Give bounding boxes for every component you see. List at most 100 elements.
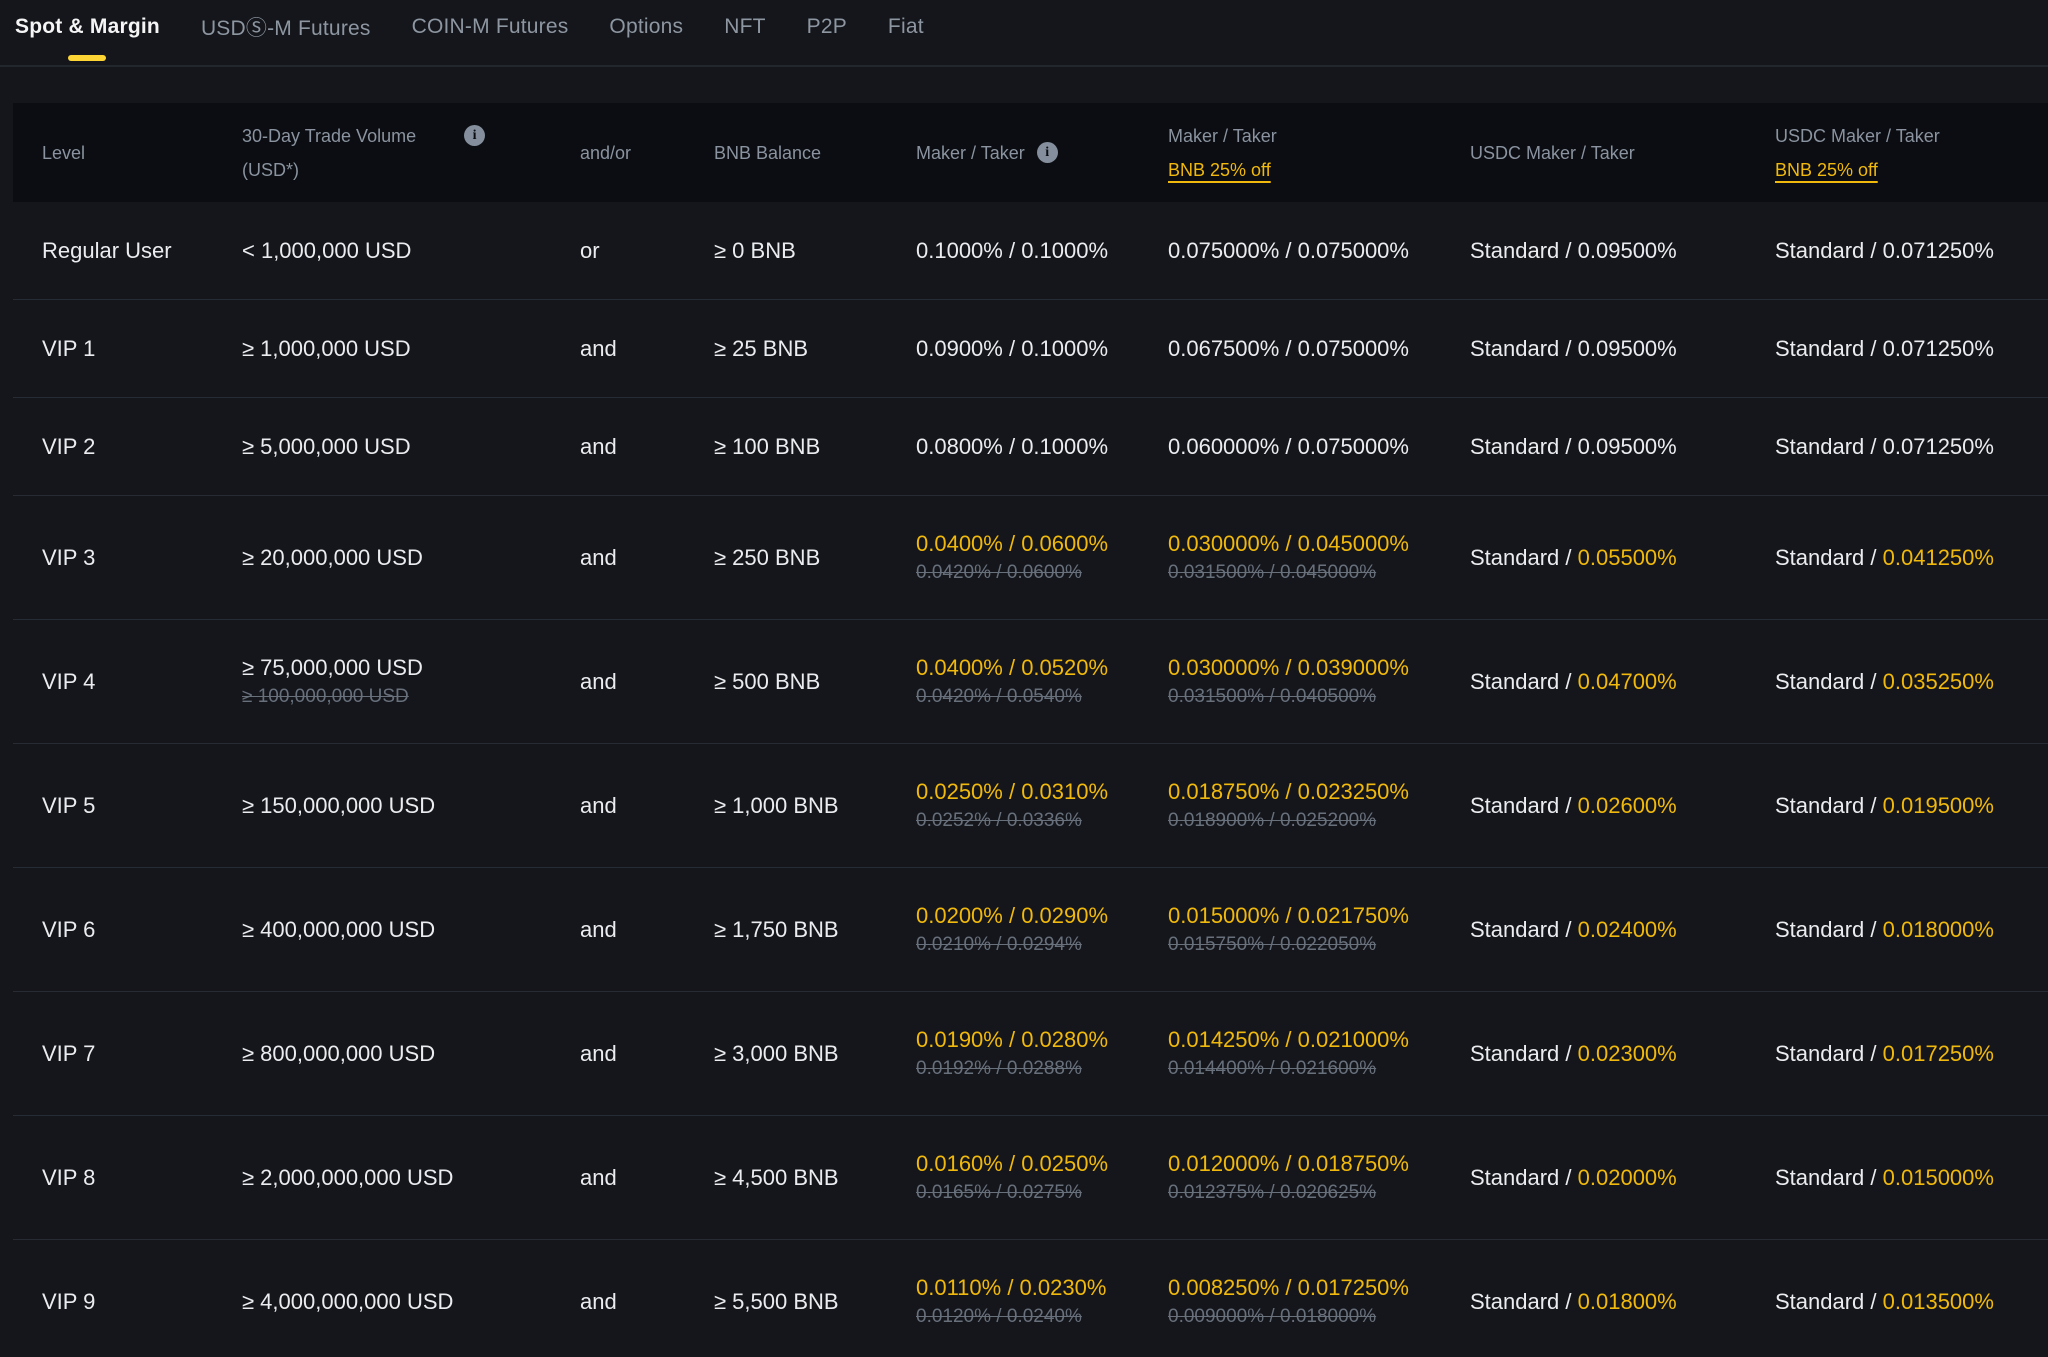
andor-cell: and [580,917,714,943]
maker-taker-bnb-cell: 0.018750% / 0.023250% 0.018900% / 0.0252… [1168,777,1470,834]
usdc-maker-taker-cell: Standard / 0.04700% [1470,669,1775,695]
andor-cell: and [580,1289,714,1315]
trade-volume-cell: ≥ 5,000,000 USD [242,432,580,462]
bnb-balance-cell: ≥ 500 BNB [714,669,916,695]
andor-cell: and [580,434,714,460]
bnb-balance-cell: ≥ 250 BNB [714,545,916,571]
header-usdc-maker-taker-bnb: USDC Maker / Taker BNB 25% off [1775,119,2048,187]
maker-taker-bnb-cell: 0.030000% / 0.039000% 0.031500% / 0.0405… [1168,653,1470,710]
bnb-balance-cell: ≥ 25 BNB [714,336,916,362]
tab-fiat[interactable]: Fiat [886,0,926,65]
usdc-maker-taker-cell: Standard / 0.02400% [1470,917,1775,943]
header-usdc-maker-taker: USDC Maker / Taker [1470,136,1775,170]
maker-taker-bnb-cell: 0.008250% / 0.017250% 0.009000% / 0.0180… [1168,1273,1470,1330]
level-cell: Regular User [13,238,242,264]
table-row: Regular User < 1,000,000 USD or ≥ 0 BNB … [13,202,2048,300]
maker-taker-cell: 0.0160% / 0.0250% 0.0165% / 0.0275% [916,1149,1168,1206]
trade-volume-cell: ≥ 4,000,000,000 USD [242,1287,580,1317]
header-maker-taker-label: Maker / Taker [916,136,1025,170]
usdc-maker-taker-bnb-cell: Standard / 0.019500% [1775,793,2048,819]
maker-taker-bnb-cell: 0.012000% / 0.018750% 0.012375% / 0.0206… [1168,1149,1470,1206]
andor-cell: and [580,336,714,362]
info-icon[interactable]: i [464,125,485,146]
header-trade-volume-label: 30-Day Trade Volume [242,119,416,153]
maker-taker-cell: 0.0200% / 0.0290% 0.0210% / 0.0294% [916,901,1168,958]
bnb-balance-cell: ≥ 5,500 BNB [714,1289,916,1315]
trade-volume-cell: ≥ 400,000,000 USD [242,915,580,945]
usdc-maker-taker-bnb-cell: Standard / 0.071250% [1775,434,2048,460]
bnb-discount-link[interactable]: BNB 25% off [1775,153,1878,187]
usdc-maker-taker-cell: Standard / 0.09500% [1470,238,1775,264]
trade-volume-cell: ≥ 75,000,000 USD ≥ 100,000,000 USD [242,653,580,710]
level-cell: VIP 6 [13,917,242,943]
header-maker-taker: Maker / Taker i [916,136,1168,170]
andor-cell: and [580,793,714,819]
andor-cell: or [580,238,714,264]
table-row: VIP 7 ≥ 800,000,000 USD and ≥ 3,000 BNB … [13,992,2048,1116]
level-cell: VIP 3 [13,545,242,571]
table-row: VIP 8 ≥ 2,000,000,000 USD and ≥ 4,500 BN… [13,1116,2048,1240]
header-maker-taker-bnb: Maker / Taker BNB 25% off [1168,119,1470,187]
bnb-balance-cell: ≥ 3,000 BNB [714,1041,916,1067]
level-cell: VIP 9 [13,1289,242,1315]
tab-coin-m-futures[interactable]: COIN-M Futures [410,0,571,65]
usdc-maker-taker-cell: Standard / 0.02000% [1470,1165,1775,1191]
maker-taker-cell: 0.0250% / 0.0310% 0.0252% / 0.0336% [916,777,1168,834]
table-row: VIP 4 ≥ 75,000,000 USD ≥ 100,000,000 USD… [13,620,2048,744]
header-trade-volume-unit: (USD*) [242,153,580,187]
fee-table: Level 30-Day Trade Volume i (USD*) and/o… [13,103,2048,1357]
table-row: VIP 6 ≥ 400,000,000 USD and ≥ 1,750 BNB … [13,868,2048,992]
maker-taker-bnb-cell: 0.014250% / 0.021000% 0.014400% / 0.0216… [1168,1025,1470,1082]
level-cell: VIP 8 [13,1165,242,1191]
usdc-maker-taker-cell: Standard / 0.09500% [1470,336,1775,362]
usdc-maker-taker-bnb-cell: Standard / 0.013500% [1775,1289,2048,1315]
maker-taker-bnb-cell: 0.067500% / 0.075000% [1168,334,1470,364]
maker-taker-cell: 0.0190% / 0.0280% 0.0192% / 0.0288% [916,1025,1168,1082]
andor-cell: and [580,669,714,695]
tab-p2p[interactable]: P2P [805,0,849,65]
trade-volume-cell: < 1,000,000 USD [242,236,580,266]
tab-spot-margin[interactable]: Spot & Margin [13,0,162,65]
usdc-maker-taker-bnb-cell: Standard / 0.018000% [1775,917,2048,943]
usdc-maker-taker-bnb-cell: Standard / 0.017250% [1775,1041,2048,1067]
header-trade-volume: 30-Day Trade Volume i (USD*) [242,119,580,187]
level-cell: VIP 7 [13,1041,242,1067]
maker-taker-cell: 0.1000% / 0.1000% [916,236,1168,266]
bnb-balance-cell: ≥ 1,000 BNB [714,793,916,819]
level-cell: VIP 4 [13,669,242,695]
andor-cell: and [580,1041,714,1067]
info-icon[interactable]: i [1037,142,1058,163]
bnb-balance-cell: ≥ 4,500 BNB [714,1165,916,1191]
table-row: VIP 2 ≥ 5,000,000 USD and ≥ 100 BNB 0.08… [13,398,2048,496]
tab-options[interactable]: Options [607,0,685,65]
level-cell: VIP 2 [13,434,242,460]
tab-nft[interactable]: NFT [722,0,767,65]
usdc-maker-taker-bnb-cell: Standard / 0.035250% [1775,669,2048,695]
maker-taker-cell: 0.0400% / 0.0520% 0.0420% / 0.0540% [916,653,1168,710]
maker-taker-cell: 0.0110% / 0.0230% 0.0120% / 0.0240% [916,1273,1168,1330]
usdc-maker-taker-cell: Standard / 0.05500% [1470,545,1775,571]
table-row: VIP 1 ≥ 1,000,000 USD and ≥ 25 BNB 0.090… [13,300,2048,398]
fee-table-body: Regular User < 1,000,000 USD or ≥ 0 BNB … [13,202,2048,1357]
bnb-balance-cell: ≥ 100 BNB [714,434,916,460]
maker-taker-bnb-cell: 0.060000% / 0.075000% [1168,432,1470,462]
trade-volume-cell: ≥ 150,000,000 USD [242,791,580,821]
table-row: VIP 5 ≥ 150,000,000 USD and ≥ 1,000 BNB … [13,744,2048,868]
andor-cell: and [580,1165,714,1191]
level-cell: VIP 1 [13,336,242,362]
maker-taker-cell: 0.0900% / 0.1000% [916,334,1168,364]
usdc-maker-taker-bnb-cell: Standard / 0.071250% [1775,336,2048,362]
bnb-discount-link[interactable]: BNB 25% off [1168,153,1271,187]
trade-volume-cell: ≥ 1,000,000 USD [242,334,580,364]
maker-taker-cell: 0.0800% / 0.1000% [916,432,1168,462]
usdc-maker-taker-cell: Standard / 0.02600% [1470,793,1775,819]
usdc-maker-taker-bnb-cell: Standard / 0.041250% [1775,545,2048,571]
bnb-balance-cell: ≥ 0 BNB [714,238,916,264]
table-row: VIP 3 ≥ 20,000,000 USD and ≥ 250 BNB 0.0… [13,496,2048,620]
tab-usd-m-futures[interactable]: USDⓈ-M Futures [199,0,373,65]
bnb-balance-cell: ≥ 1,750 BNB [714,917,916,943]
fee-category-tabs: Spot & Margin USDⓈ-M Futures COIN-M Future… [0,0,2048,67]
maker-taker-bnb-cell: 0.015000% / 0.021750% 0.015750% / 0.0220… [1168,901,1470,958]
usdc-maker-taker-cell: Standard / 0.09500% [1470,434,1775,460]
table-row: VIP 9 ≥ 4,000,000,000 USD and ≥ 5,500 BN… [13,1240,2048,1357]
